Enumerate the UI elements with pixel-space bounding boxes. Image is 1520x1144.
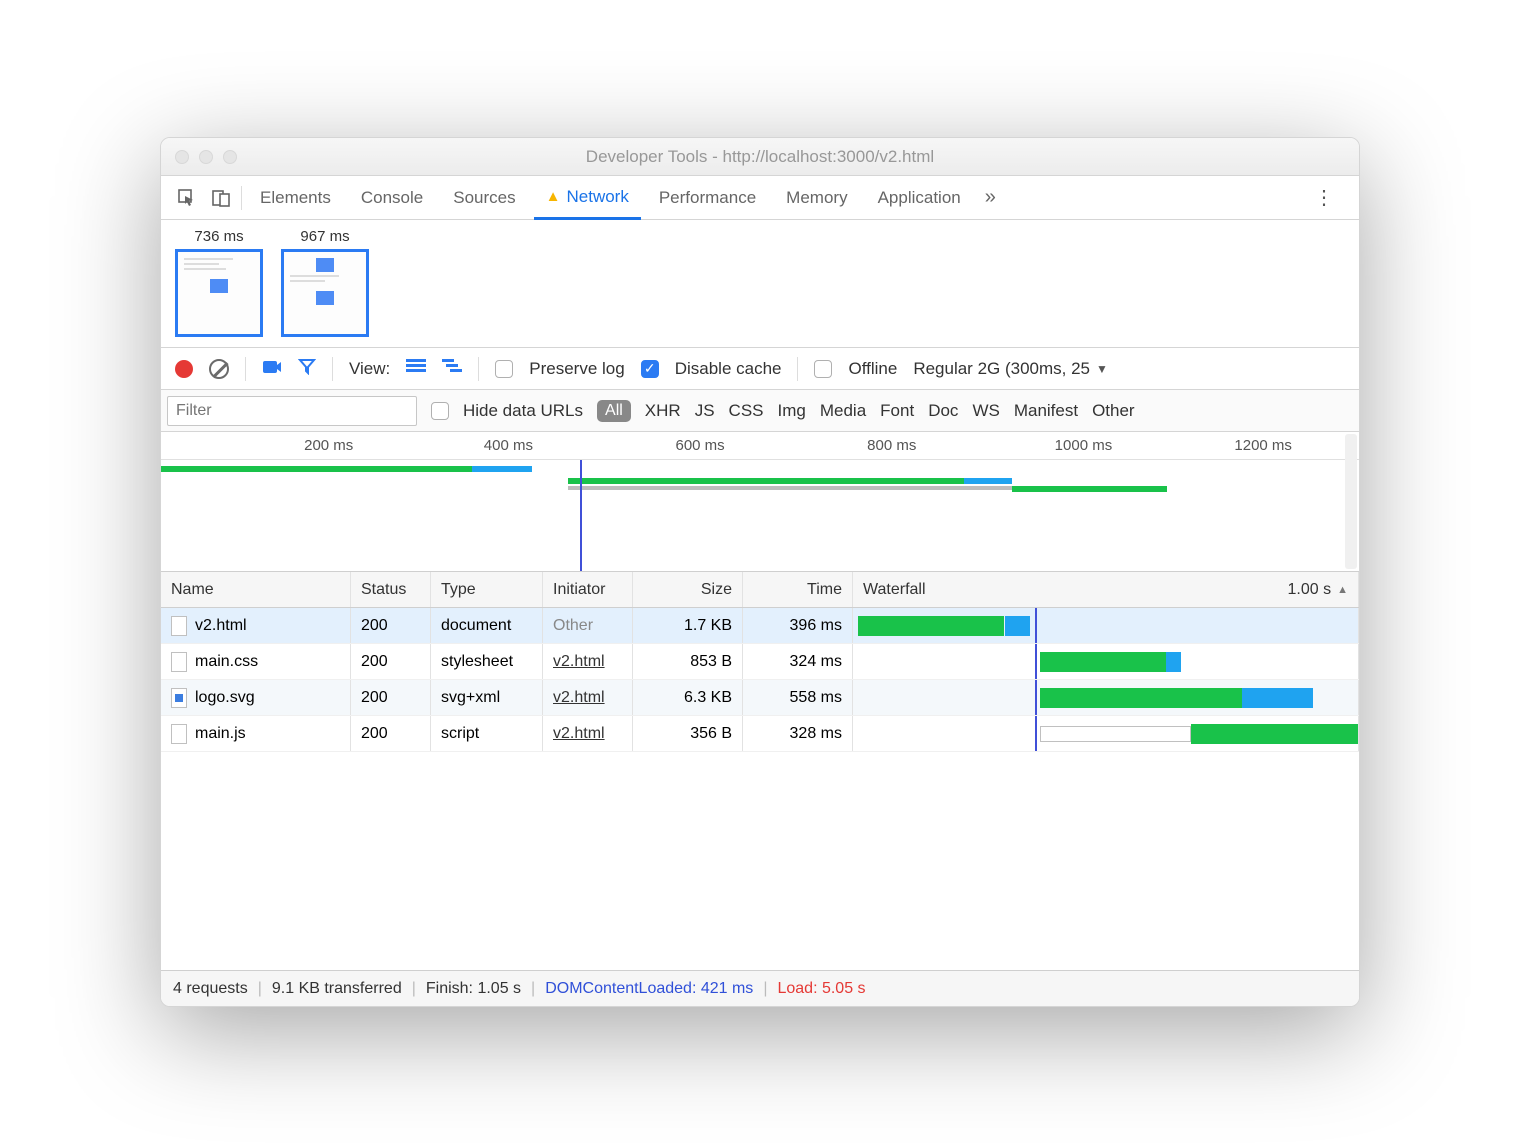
- filter-bar: Hide data URLs All XHR JS CSS Img Media …: [161, 390, 1359, 432]
- filter-type-manifest[interactable]: Manifest: [1014, 401, 1078, 421]
- filter-toggle-icon[interactable]: [298, 357, 316, 380]
- tab-elements[interactable]: Elements: [248, 176, 343, 219]
- main-tabs: Elements Console Sources ▲ Network Perfo…: [161, 176, 1359, 220]
- preserve-log-label: Preserve log: [529, 359, 624, 379]
- filter-type-font[interactable]: Font: [880, 401, 914, 421]
- request-table: Name Status Type Initiator Size Time Wat…: [161, 572, 1359, 970]
- overview-scrollbar[interactable]: [1345, 434, 1357, 569]
- table-body: v2.html 200 document Other 1.7 KB 396 ms…: [161, 608, 1359, 970]
- filmstrip-frame[interactable]: 967 ms: [281, 228, 369, 337]
- filter-type-all[interactable]: All: [597, 400, 631, 422]
- initiator-link[interactable]: v2.html: [553, 725, 605, 743]
- clear-button[interactable]: [209, 359, 229, 379]
- window-title: Developer Tools - http://localhost:3000/…: [161, 147, 1359, 167]
- record-button[interactable]: [175, 360, 193, 378]
- file-icon: [171, 688, 187, 708]
- waterfall-cell: [853, 608, 1359, 643]
- dcl-marker: [580, 460, 582, 571]
- more-tabs-button[interactable]: »: [985, 186, 996, 209]
- filter-type-xhr[interactable]: XHR: [645, 401, 681, 421]
- hide-data-urls-label: Hide data URLs: [463, 401, 583, 421]
- large-rows-icon[interactable]: [406, 358, 426, 379]
- col-type[interactable]: Type: [431, 572, 543, 607]
- filmstrip-thumb: [281, 249, 369, 337]
- filter-type-js[interactable]: JS: [695, 401, 715, 421]
- filter-type-other[interactable]: Other: [1092, 401, 1135, 421]
- waterfall-cell: [853, 644, 1359, 679]
- tab-sources[interactable]: Sources: [441, 176, 527, 219]
- tab-application[interactable]: Application: [866, 176, 973, 219]
- filter-input[interactable]: [167, 396, 417, 426]
- table-row[interactable]: main.js 200 script v2.html 356 B 328 ms: [161, 716, 1359, 752]
- col-initiator[interactable]: Initiator: [543, 572, 633, 607]
- network-controls: View: Preserve log ✓ Disable cache Offli…: [161, 348, 1359, 390]
- filmstrip-thumb: [175, 249, 263, 337]
- filter-type-ws[interactable]: WS: [972, 401, 999, 421]
- disable-cache-checkbox[interactable]: ✓: [641, 360, 659, 378]
- sort-asc-icon: ▲: [1337, 584, 1348, 596]
- col-size[interactable]: Size: [633, 572, 743, 607]
- titlebar: Developer Tools - http://localhost:3000/…: [161, 138, 1359, 176]
- hide-data-urls-checkbox[interactable]: [431, 402, 449, 420]
- offline-label: Offline: [848, 359, 897, 379]
- waterfall-view-icon[interactable]: [442, 358, 462, 379]
- warning-icon: ▲: [546, 188, 561, 205]
- overview-ruler: 200 ms 400 ms 600 ms 800 ms 1000 ms 1200…: [161, 432, 1359, 460]
- col-waterfall[interactable]: Waterfall 1.00 s ▲: [853, 572, 1359, 607]
- file-icon: [171, 616, 187, 636]
- devtools-window: Developer Tools - http://localhost:3000/…: [160, 137, 1360, 1007]
- settings-menu-button[interactable]: ⋮: [1302, 196, 1347, 200]
- file-icon: [171, 652, 187, 672]
- filmstrip-frame[interactable]: 736 ms: [175, 228, 263, 337]
- col-time[interactable]: Time: [743, 572, 853, 607]
- filmstrip-time-label: 967 ms: [300, 228, 349, 245]
- device-toolbar-icon[interactable]: [207, 184, 235, 212]
- throttling-select[interactable]: Regular 2G (300ms, 25 ▼: [913, 359, 1108, 379]
- status-dcl: DOMContentLoaded: 421 ms: [545, 980, 753, 998]
- preserve-log-checkbox[interactable]: [495, 360, 513, 378]
- capture-screenshots-icon[interactable]: [262, 358, 282, 379]
- file-icon: [171, 724, 187, 744]
- status-transferred: 9.1 KB transferred: [272, 980, 402, 998]
- overview-bars: [161, 466, 1359, 490]
- filter-type-doc[interactable]: Doc: [928, 401, 958, 421]
- table-row[interactable]: logo.svg 200 svg+xml v2.html 6.3 KB 558 …: [161, 680, 1359, 716]
- tab-network[interactable]: ▲ Network: [534, 177, 641, 220]
- waterfall-scale-label: 1.00 s: [1288, 581, 1332, 599]
- waterfall-cell: [853, 716, 1359, 751]
- col-status[interactable]: Status: [351, 572, 431, 607]
- table-header: Name Status Type Initiator Size Time Wat…: [161, 572, 1359, 608]
- filter-type-media[interactable]: Media: [820, 401, 866, 421]
- tab-console[interactable]: Console: [349, 176, 435, 219]
- initiator-link[interactable]: v2.html: [553, 653, 605, 671]
- status-load: Load: 5.05 s: [777, 980, 865, 998]
- filmstrip: 736 ms 967 ms: [161, 220, 1359, 348]
- inspect-element-icon[interactable]: [173, 184, 201, 212]
- tab-performance[interactable]: Performance: [647, 176, 768, 219]
- status-finish: Finish: 1.05 s: [426, 980, 521, 998]
- tab-memory[interactable]: Memory: [774, 176, 859, 219]
- disable-cache-label: Disable cache: [675, 359, 782, 379]
- table-row[interactable]: main.css 200 stylesheet v2.html 853 B 32…: [161, 644, 1359, 680]
- initiator-link[interactable]: v2.html: [553, 689, 605, 707]
- view-label: View:: [349, 359, 390, 379]
- filter-type-css[interactable]: CSS: [729, 401, 764, 421]
- col-name[interactable]: Name: [161, 572, 351, 607]
- filter-type-img[interactable]: Img: [778, 401, 806, 421]
- chevron-down-icon: ▼: [1096, 362, 1108, 376]
- filmstrip-time-label: 736 ms: [194, 228, 243, 245]
- waterfall-cell: [853, 680, 1359, 715]
- overview-timeline[interactable]: 200 ms 400 ms 600 ms 800 ms 1000 ms 1200…: [161, 432, 1359, 572]
- offline-checkbox[interactable]: [814, 360, 832, 378]
- table-row[interactable]: v2.html 200 document Other 1.7 KB 396 ms: [161, 608, 1359, 644]
- status-bar: 4 requests | 9.1 KB transferred | Finish…: [161, 970, 1359, 1006]
- status-requests: 4 requests: [173, 980, 248, 998]
